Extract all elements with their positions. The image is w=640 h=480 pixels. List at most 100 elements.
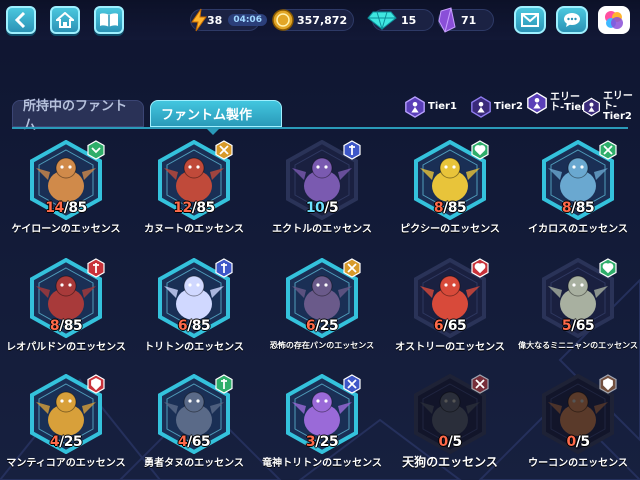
essence-card[interactable]: 5/65 偉大なるミニニャンのエッセンス (514, 254, 640, 370)
creature-right-eye (452, 165, 456, 169)
gem-counter: 15 (367, 9, 434, 31)
shield-icon (87, 374, 105, 394)
essence-need: 5 (452, 434, 462, 450)
essence-need: 85 (63, 318, 83, 334)
essence-have: 10 (305, 200, 325, 216)
essence-card[interactable]: 8/85 ピクシーのエッセンス (386, 136, 514, 252)
crystal-counter: 71 (438, 7, 494, 33)
cross-swords-icon (599, 140, 617, 160)
essence-have: 14 (45, 200, 64, 216)
creature-head (183, 391, 205, 413)
essence-count: 8/85 (2, 318, 130, 334)
essence-count: 6/65 (386, 318, 514, 334)
back-button[interactable] (6, 6, 36, 34)
chat-button[interactable] (556, 6, 588, 34)
gold-coin-icon (269, 6, 297, 34)
energy-timer: 04:06 (228, 14, 267, 26)
staff-icon (343, 140, 361, 160)
essence-name: エクトルのエッセンス (272, 224, 372, 235)
essence-card[interactable]: 0/5 ウーコンのエッセンス (514, 370, 640, 480)
essence-count: 4/25 (2, 434, 130, 450)
essence-need: 85 (575, 200, 595, 216)
mail-button[interactable] (514, 6, 546, 34)
creature-right-eye (68, 165, 72, 169)
essence-name: 天狗のエッセンス (402, 455, 498, 469)
essence-card[interactable]: 10/5 エクトルのエッセンス (258, 136, 386, 252)
essence-card[interactable]: 4/25 マンティコアのエッセンス (2, 370, 130, 480)
creature-right-eye (324, 399, 328, 403)
creature-right-eye (452, 399, 456, 403)
home-button[interactable] (50, 6, 80, 34)
essence-count: 6/25 (258, 318, 386, 334)
tab-owned-phantoms[interactable]: 所持中のファントム (12, 99, 144, 133)
creature-head (567, 275, 589, 297)
creature-left-eye (444, 165, 448, 169)
essence-count: 12/85 (130, 200, 258, 216)
creature-head (439, 391, 461, 413)
tab-phantom-craft[interactable]: ファントム製作 (150, 100, 282, 127)
game-center-button[interactable] (598, 6, 630, 34)
creature-left-eye (572, 283, 576, 287)
crystal-icon (433, 6, 461, 34)
essence-name: イカロスのエッセンス (528, 224, 628, 235)
essence-name: 竜神トリトンのエッセンス (262, 458, 382, 469)
shield-icon (599, 374, 617, 394)
essence-have: 0 (566, 434, 576, 450)
creature-left-eye (60, 399, 64, 403)
elite-tier1-icon (527, 92, 547, 114)
creature-right-eye (324, 165, 328, 169)
essence-have: 8 (49, 318, 60, 334)
essence-have: 6 (177, 318, 188, 334)
essence-have: 5 (561, 318, 572, 334)
essence-count: 8/85 (514, 200, 640, 216)
essence-count: 10/5 (258, 200, 386, 216)
essence-card[interactable]: 4/65 勇者タヌのエッセンス (130, 370, 258, 480)
essence-card[interactable]: 12/85 カヌートのエッセンス (130, 136, 258, 252)
essence-card[interactable]: 6/25 恐怖の存在パンのエッセンス (258, 254, 386, 370)
creature-left-eye (572, 165, 576, 169)
creature-right-eye (452, 283, 456, 287)
heart-icon (599, 258, 617, 278)
legend-tier1-label: Tier1 (428, 101, 457, 112)
essence-card[interactable]: 3/25 竜神トリトンのエッセンス (258, 370, 386, 480)
creature-head (311, 275, 333, 297)
essence-count: 14/85 (2, 200, 130, 216)
essence-have: 6 (305, 318, 316, 334)
cross-swords-icon (215, 140, 233, 160)
essence-need: 25 (63, 434, 83, 450)
essence-need: 85 (447, 200, 467, 216)
essence-count: 8/85 (386, 200, 514, 216)
creature-head (439, 275, 461, 297)
heart-icon (471, 140, 489, 160)
essence-card[interactable]: 6/65 オストリーのエッセンス (386, 254, 514, 370)
creature-right-eye (196, 283, 200, 287)
essence-card[interactable]: 8/85 レオパルドンのエッセンス (2, 254, 130, 370)
creature-head (567, 391, 589, 413)
essence-name: レオパルドンのエッセンス (6, 342, 126, 353)
legend-tier2: Tier2 (470, 96, 523, 118)
essence-card[interactable]: 14/85 ケイローンのエッセンス (2, 136, 130, 252)
essence-have: 8 (433, 200, 444, 216)
essence-have: 8 (561, 200, 572, 216)
elite-tier2-icon (582, 97, 600, 117)
legend-tier1: Tier1 (404, 96, 457, 118)
essence-need: 85 (196, 200, 215, 216)
staff-icon (215, 258, 233, 278)
essence-card[interactable]: 6/85 トリトンのエッセンス (130, 254, 258, 370)
essence-have: 3 (305, 434, 316, 450)
essence-name: 恐怖の存在パンのエッセンス (269, 341, 375, 350)
essence-card[interactable]: 0/5 天狗のエッセンス (386, 370, 514, 480)
essence-card[interactable]: 8/85 イカロスのエッセンス (514, 136, 640, 252)
legend-elite-tier2: エリー ト-Tier2 (582, 92, 640, 122)
creature-head (567, 157, 589, 179)
essence-need: 65 (575, 318, 595, 334)
essence-name: 偉大なるミニニャンのエッセンス (518, 341, 638, 350)
creature-head (183, 275, 205, 297)
creature-left-eye (444, 283, 448, 287)
chat-icon (564, 13, 580, 27)
game-center-icon (605, 11, 623, 29)
guide-book-button[interactable] (94, 6, 124, 34)
creature-head (311, 157, 333, 179)
creature-head (311, 391, 333, 413)
legend-elite-tier2-label: エリー ト-Tier2 (603, 92, 640, 122)
